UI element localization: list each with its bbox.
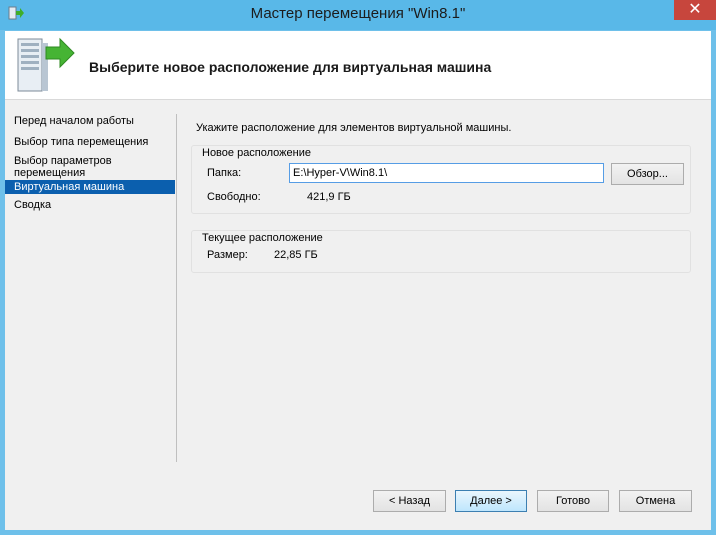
finish-button[interactable]: Готово <box>537 490 609 512</box>
free-space-value: 421,9 ГБ <box>307 191 351 203</box>
current-location-group: Текущее расположение Размер: 22,85 ГБ <box>191 230 691 273</box>
folder-path-input[interactable] <box>289 163 604 183</box>
nav-item-move-options[interactable]: Выбор параметров перемещения <box>5 154 115 180</box>
nav-item-summary[interactable]: Сводка <box>5 194 175 212</box>
browse-button[interactable]: Обзор... <box>611 163 684 185</box>
back-button[interactable]: < Назад <box>373 490 446 512</box>
free-space-label: Свободно: <box>207 191 261 203</box>
instruction-text: Укажите расположение для элементов вирту… <box>196 122 512 134</box>
nav-divider <box>176 114 177 462</box>
window-frame-bottom <box>0 530 716 535</box>
nav-item-before-you-begin[interactable]: Перед началом работы <box>5 114 175 134</box>
nav-item-virtual-machine[interactable]: Виртуальная машина <box>5 180 175 194</box>
server-move-icon <box>17 37 75 92</box>
current-location-label: Текущее расположение <box>202 232 323 244</box>
new-location-label: Новое расположение <box>202 147 311 159</box>
nav-item-move-type[interactable]: Выбор типа перемещения <box>5 134 175 154</box>
new-location-group: Новое расположение Папка: Обзор... Свобо… <box>191 145 691 214</box>
folder-label: Папка: <box>207 167 242 179</box>
page-title: Выберите новое расположение для виртуаль… <box>89 59 492 75</box>
title-bar[interactable]: Мастер перемещения "Win8.1" ✕ <box>0 0 716 30</box>
cancel-button[interactable]: Отмена <box>619 490 692 512</box>
size-label: Размер: <box>207 249 248 261</box>
wizard-steps-nav: Перед началом работы Выбор типа перемеще… <box>5 114 175 212</box>
next-button[interactable]: Далее > <box>455 490 527 512</box>
window-title: Мастер перемещения "Win8.1" <box>250 5 466 22</box>
close-button[interactable]: ✕ <box>674 0 716 20</box>
wizard-header: Выберите новое расположение для виртуаль… <box>5 31 711 100</box>
wizard-content: Перед началом работы Выбор типа перемеще… <box>5 100 711 530</box>
size-value: 22,85 ГБ <box>274 249 318 261</box>
